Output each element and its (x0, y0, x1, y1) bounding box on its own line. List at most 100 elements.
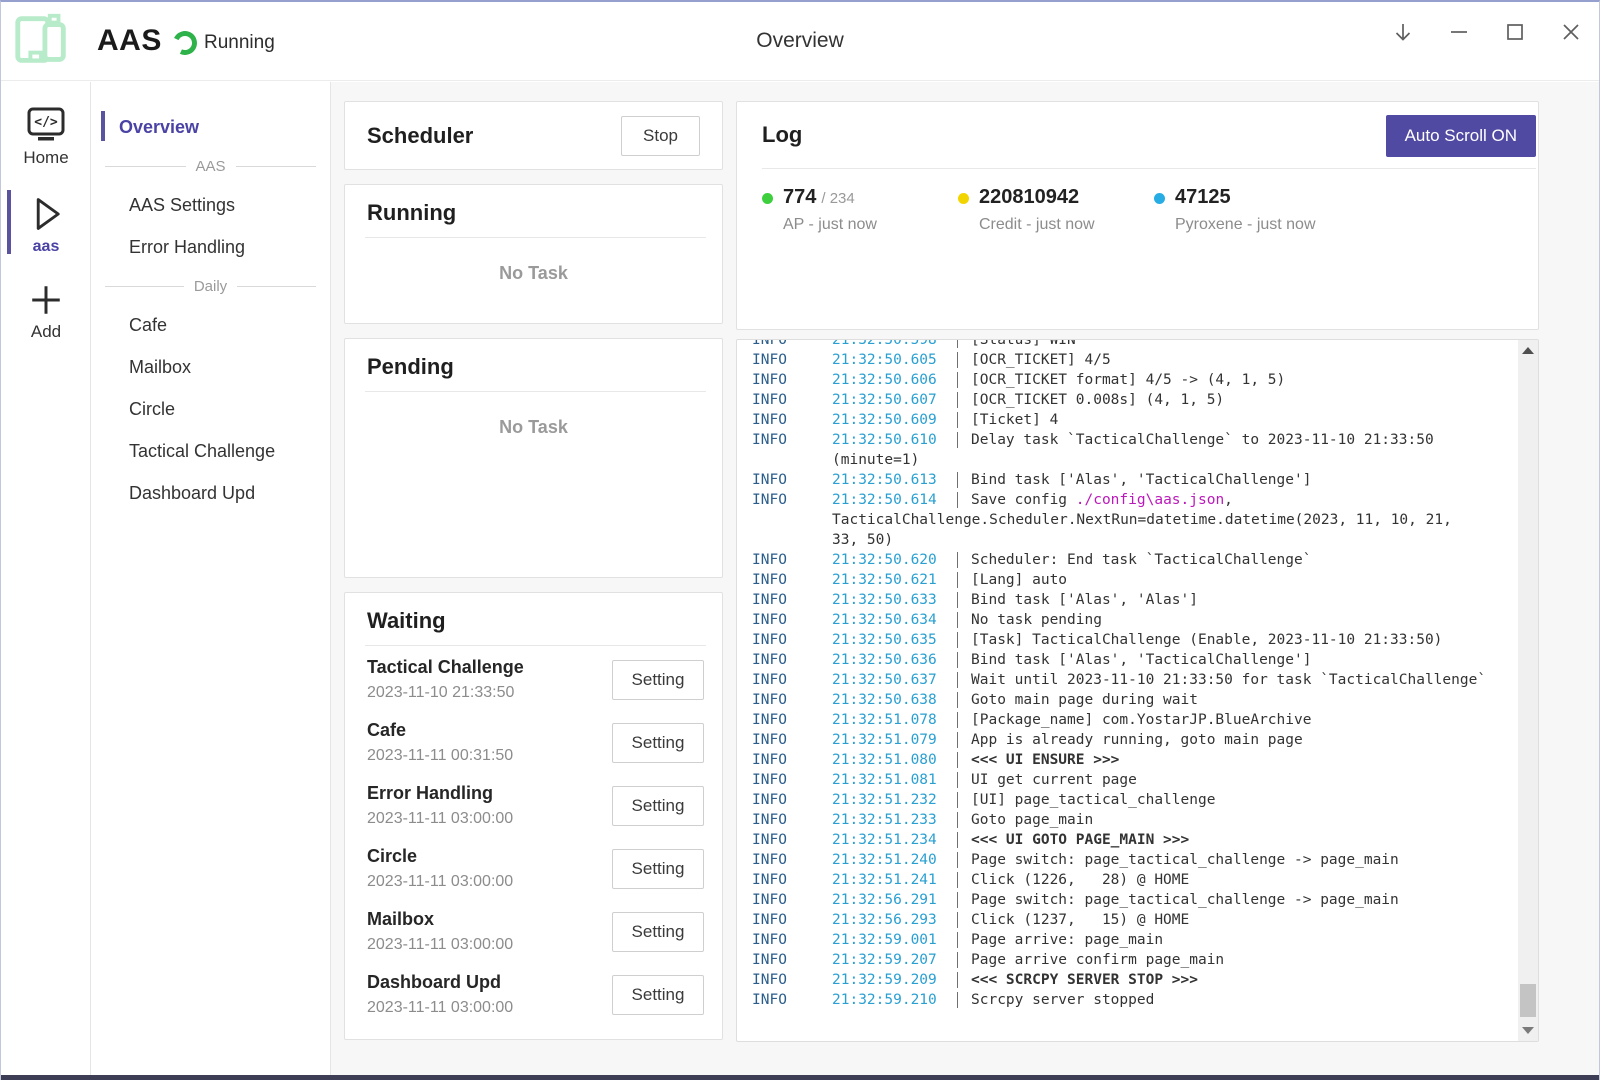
setting-button[interactable]: Setting (612, 786, 704, 826)
nav-rail-item-home[interactable]: </> Home (1, 96, 91, 168)
log-timestamp: 21:32:51.080 (832, 750, 957, 770)
setting-button[interactable]: Setting (612, 849, 704, 889)
sidebar-item-error-handling[interactable]: Error Handling (91, 226, 330, 268)
log-level: INFO (752, 870, 832, 890)
log-timestamp: 21:32:50.609 (832, 410, 957, 430)
download-update-button[interactable] (1391, 20, 1415, 44)
waiting-card: Waiting Tactical Challenge2023-11-10 21:… (344, 592, 723, 1040)
scrollbar-thumb[interactable] (1520, 984, 1536, 1017)
setting-button[interactable]: Setting (612, 912, 704, 952)
maximize-button[interactable] (1503, 20, 1527, 44)
sidebar-item-circle[interactable]: Circle (91, 388, 330, 430)
log-line: INFO21:32:50.605[OCR_TICKET] 4/5 (737, 350, 1518, 370)
log-timestamp: 21:32:50.633 (832, 590, 957, 610)
log-message: [Ticket] 4 (957, 412, 1058, 428)
log-timestamp: 21:32:59.001 (832, 930, 957, 950)
log-message: Goto page_main (957, 812, 1093, 828)
sidebar-section-label: AAS (196, 158, 226, 175)
sidebar-item-overview[interactable]: Overview (91, 106, 330, 148)
log-level: INFO (752, 610, 832, 630)
setting-button[interactable]: Setting (612, 660, 704, 700)
waiting-title: Waiting (367, 608, 446, 633)
log-timestamp: 21:32:56.291 (832, 890, 957, 910)
waiting-task-info: Cafe2023-11-11 00:31:50 (367, 720, 513, 765)
waiting-task-time: 2023-11-11 03:00:00 (367, 936, 513, 954)
log-line: INFO21:32:51.078[Package_name] com.Yosta… (737, 710, 1518, 730)
app-name: AAS (97, 24, 162, 58)
divider (762, 168, 1536, 169)
sidebar-item-tactical-challenge[interactable]: Tactical Challenge (91, 430, 330, 472)
log-text: [Task] TacticalChallenge (Enable, 2023-1… (971, 632, 1442, 648)
dashboard-value-row: 47125 (1175, 186, 1316, 209)
log-lines: INFO21:32:50.598[Status] WININFO21:32:50… (737, 339, 1518, 1010)
setting-button[interactable]: Setting (612, 975, 704, 1015)
log-line: INFO21:32:51.079App is already running, … (737, 730, 1518, 750)
nav-rail-item-aas[interactable]: aas (1, 184, 91, 256)
dashboard-value: 47125 (1175, 186, 1231, 208)
window-bottom-edge (1, 1075, 1599, 1080)
log-text: [OCR_TICKET 0.008s] (4, 1, 5) (971, 392, 1224, 408)
log-scrollbar[interactable] (1518, 340, 1538, 1041)
log-text: Save config (971, 492, 1076, 508)
scroll-up-icon[interactable] (1522, 347, 1534, 354)
log-text: Scrcpy server stopped (971, 992, 1154, 1008)
scheduler-card: Scheduler Stop (344, 101, 723, 170)
log-message: Delay task `TacticalChallenge` to 2023-1… (957, 432, 1434, 448)
pending-title: Pending (367, 354, 454, 379)
scroll-down-icon[interactable] (1522, 1027, 1534, 1034)
nav-rail-item-add[interactable]: Add (1, 272, 91, 342)
sidebar-menu: OverviewAASAAS SettingsError HandlingDai… (91, 82, 331, 1075)
log-timestamp: 21:32:50.620 (832, 550, 957, 570)
sidebar-item-label: Error Handling (129, 237, 245, 257)
sidebar-item-aas-settings[interactable]: AAS Settings (91, 184, 330, 226)
log-level: INFO (752, 910, 832, 930)
log-level: INFO (752, 590, 832, 610)
stop-button[interactable]: Stop (621, 116, 700, 156)
waiting-task-name: Error Handling (367, 783, 513, 804)
close-button[interactable] (1559, 20, 1583, 44)
dashboard-item-text: 774/ 234AP - just now (783, 186, 877, 234)
log-text: Page switch: page_tactical_challenge -> … (971, 852, 1399, 868)
dashboard-label: AP - just now (783, 216, 877, 234)
waiting-task-name: Mailbox (367, 909, 513, 930)
waiting-task-name: Tactical Challenge (367, 657, 524, 678)
dashboard-value-suffix: / 234 (821, 190, 854, 207)
minimize-icon (1447, 20, 1471, 44)
log-line: 33, 50) (737, 530, 1518, 550)
log-message: Scheduler: End task `TacticalChallenge` (957, 552, 1311, 568)
log-message-continuation: 33, 50) (832, 532, 893, 548)
log-message: App is already running, goto main page (957, 732, 1303, 748)
log-timestamp: 21:32:50.636 (832, 650, 957, 670)
log-path: ./config\aas.json (1076, 492, 1224, 508)
log-message: Bind task ['Alas', 'TacticalChallenge'] (957, 472, 1311, 488)
log-level: INFO (752, 990, 832, 1010)
log-timestamp: 21:32:50.610 (832, 430, 957, 450)
log-line: INFO21:32:50.614Save config ./config\aas… (737, 490, 1518, 510)
log-line: INFO21:32:50.613Bind task ['Alas', 'Tact… (737, 470, 1518, 490)
sidebar-item-mailbox[interactable]: Mailbox (91, 346, 330, 388)
waiting-task-time: 2023-11-11 03:00:00 (367, 810, 513, 828)
active-indicator (101, 111, 105, 141)
log-line: INFO21:32:50.598[Status] WIN (737, 339, 1518, 350)
log-text: Scheduler: End task `TacticalChallenge` (971, 552, 1311, 568)
dashboard-item-pyroxene: 47125Pyroxene - just now (1154, 186, 1350, 234)
log-line: INFO21:32:56.293Click (1237, 15) @ HOME (737, 910, 1518, 930)
log-message: UI get current page (957, 772, 1137, 788)
log-text: Page arrive confirm page_main (971, 952, 1224, 968)
log-line: INFO21:32:50.634No task pending (737, 610, 1518, 630)
log-text: Page arrive: page_main (971, 932, 1163, 948)
status-dot (958, 193, 969, 204)
code-monitor-icon: </> (25, 106, 67, 144)
nav-rail-label: aas (1, 238, 91, 256)
log-level: INFO (752, 630, 832, 650)
sidebar-item-cafe[interactable]: Cafe (91, 304, 330, 346)
close-icon (1559, 20, 1583, 44)
log-timestamp: 21:32:51.081 (832, 770, 957, 790)
sidebar-item-dashboard-upd[interactable]: Dashboard Upd (91, 472, 330, 514)
waiting-task-info: Error Handling 2023-11-11 03:00:00 (367, 783, 513, 828)
setting-button[interactable]: Setting (612, 723, 704, 763)
minimize-button[interactable] (1447, 20, 1471, 44)
auto-scroll-toggle[interactable]: Auto Scroll ON (1386, 115, 1536, 157)
sidebar-item-label: Tactical Challenge (129, 441, 275, 461)
log-level: INFO (752, 550, 832, 570)
